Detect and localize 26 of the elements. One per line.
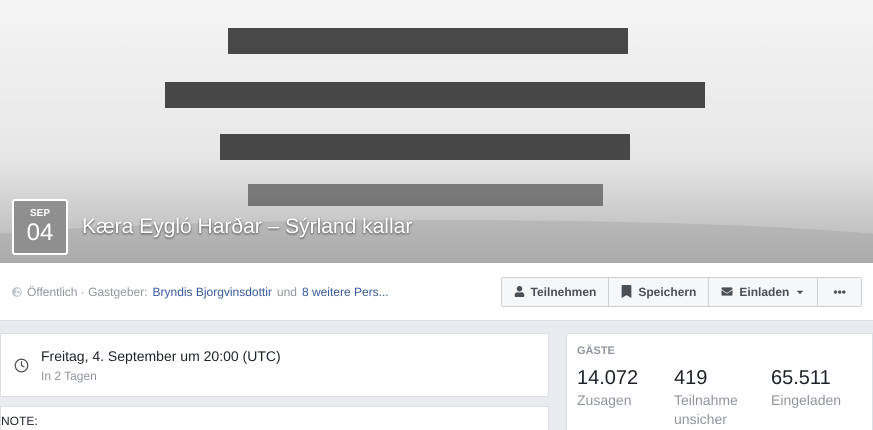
guest-count: 14.072	[577, 366, 638, 390]
guests-heading: GÄSTE	[577, 344, 615, 359]
more-hosts-link[interactable]: 8 weitere Pers...	[302, 282, 389, 300]
more-button[interactable]: •••	[817, 278, 861, 306]
invite-button[interactable]: Einladen	[708, 278, 818, 306]
join-button[interactable]: Teilnehmen	[502, 278, 608, 306]
note-heading: NOTE:	[1, 414, 38, 428]
guest-category: Eingeladen	[771, 390, 842, 410]
event-date: Freitag, 4. September um 20:00 (UTC)	[41, 346, 281, 366]
save-button[interactable]: Speichern	[608, 278, 708, 306]
person-icon	[514, 286, 525, 297]
guest-category: Zusagen	[577, 390, 632, 410]
privacy-label: Öffentlich · Gastgeber:	[27, 284, 148, 300]
event-title: Kæra Eygló Harðar – Sýrland kallar	[82, 214, 412, 240]
globe-icon	[12, 286, 22, 296]
guest-count: 419	[674, 366, 708, 390]
event-day: 04	[26, 221, 54, 245]
guest-count: 65.511	[771, 366, 831, 390]
envelope-icon	[721, 286, 734, 297]
host-link[interactable]: Bryndis Bjorgvinsdottir	[152, 282, 272, 300]
guest-category: Teilnahme unsicher	[674, 390, 739, 428]
event-month: SEP	[30, 209, 50, 219]
relative-time: In 2 Tagen	[41, 368, 98, 384]
bookmark-icon	[621, 285, 632, 298]
and-label: und	[276, 284, 297, 300]
clock-icon	[14, 358, 29, 372]
